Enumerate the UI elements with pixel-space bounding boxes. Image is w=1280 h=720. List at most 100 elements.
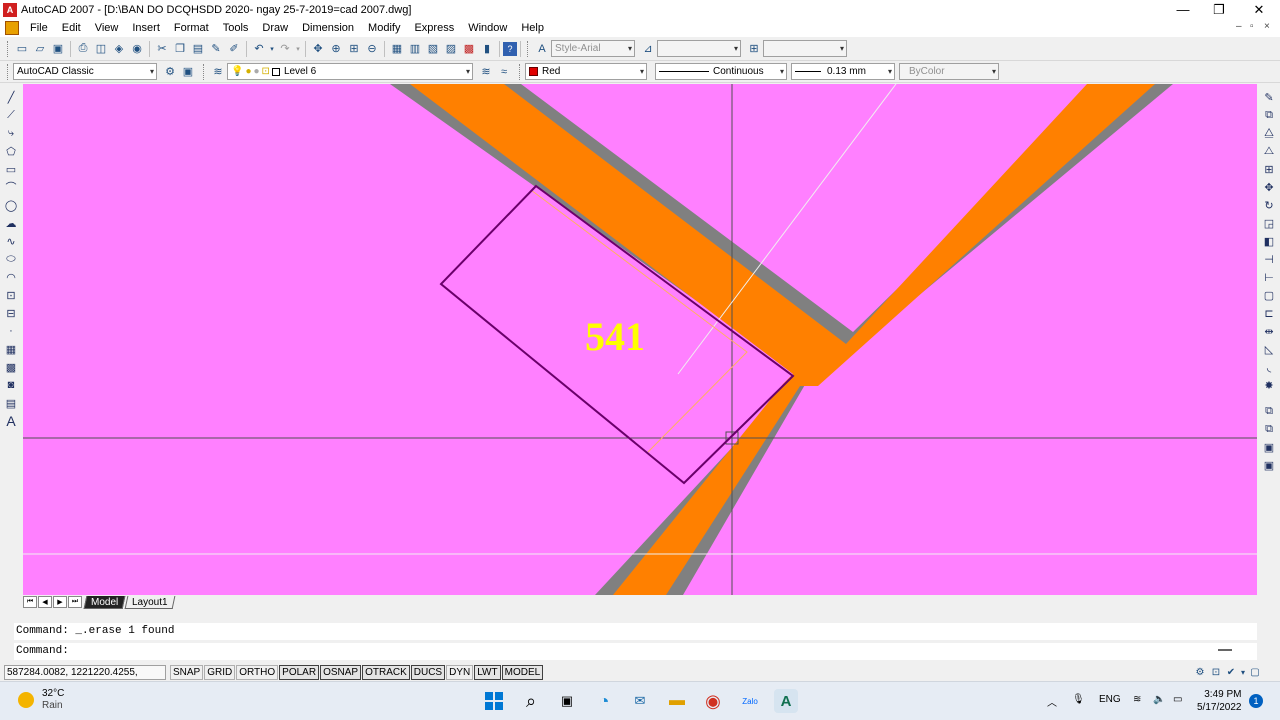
tab-layout1[interactable]: Layout1 <box>124 595 176 609</box>
menu-modify[interactable]: Modify <box>361 22 407 34</box>
doc-close-button[interactable]: × <box>1264 21 1270 32</box>
move-icon[interactable]: ✥ <box>1261 178 1277 196</box>
command-input[interactable]: Command: <box>14 643 1257 660</box>
lineweight-combo[interactable]: 0.13 mm ▾ <box>791 63 895 80</box>
battery-icon[interactable]: ▭ <box>1173 694 1182 705</box>
undo-dropdown-icon[interactable]: ▾ <box>268 40 276 58</box>
table-style-icon[interactable]: ⊞ <box>745 40 763 58</box>
redo-dropdown-icon[interactable]: ▾ <box>294 40 302 58</box>
ellipse-arc-icon[interactable]: ◠ <box>3 268 19 286</box>
gradient-icon[interactable]: ▩ <box>3 358 19 376</box>
search-icon[interactable]: ⌕ <box>519 689 543 713</box>
chrome-icon[interactable]: ◉ <box>701 689 725 713</box>
doc-minimize-button[interactable]: – <box>1236 21 1242 32</box>
clean-screen-icon[interactable]: ▢ <box>1248 665 1262 679</box>
zoom-window-icon[interactable]: ⊞ <box>345 40 363 58</box>
plotstyle-combo[interactable]: ByColor ▾ <box>899 63 999 80</box>
next-tab-icon[interactable]: ▶ <box>53 596 67 608</box>
copy-icon[interactable]: ❐ <box>171 40 189 58</box>
mirror-icon[interactable]: ⧋ <box>1261 124 1277 142</box>
make-block-icon[interactable]: ⊟ <box>3 304 19 322</box>
new-icon[interactable]: ▭ <box>13 40 31 58</box>
linetype-combo[interactable]: Continuous ▾ <box>655 63 787 80</box>
calculator-icon[interactable]: ▮ <box>478 40 496 58</box>
make-current-layer-icon[interactable]: ≋ <box>477 63 495 81</box>
menu-window[interactable]: Window <box>461 22 514 34</box>
hatch-icon[interactable]: ▦ <box>3 340 19 358</box>
text-style-icon[interactable]: A <box>533 40 551 58</box>
explode-icon[interactable]: ✸ <box>1261 376 1277 394</box>
chamfer-icon[interactable]: ◺ <box>1261 340 1277 358</box>
workspace-combo[interactable]: AutoCAD Classic ▾ <box>13 63 157 80</box>
tray-overflow-icon[interactable]: ︿ <box>1047 694 1057 709</box>
draworder-front-icon[interactable]: ⧉ <box>1261 402 1277 420</box>
drawing-doc-icon[interactable] <box>5 21 19 35</box>
command-resize-icon[interactable] <box>1218 649 1232 651</box>
zoom-previous-icon[interactable]: ⊖ <box>363 40 381 58</box>
polar-toggle[interactable]: POLAR <box>279 664 320 680</box>
spline-icon[interactable]: ∿ <box>3 232 19 250</box>
point-icon[interactable]: · <box>3 322 19 340</box>
draworder-under-icon[interactable]: ▣ <box>1261 456 1277 474</box>
pan-icon[interactable]: ✥ <box>309 40 327 58</box>
stretch-icon[interactable]: ◧ <box>1261 232 1277 250</box>
mail-icon[interactable]: ✉ <box>628 689 652 713</box>
model-toggle[interactable]: MODEL <box>501 664 544 680</box>
trim-icon[interactable]: ⊣ <box>1261 250 1277 268</box>
offset-icon[interactable]: ⧍ <box>1261 142 1277 160</box>
lwt-toggle[interactable]: LWT <box>474 664 501 680</box>
status-options-icon[interactable]: ✔ <box>1224 665 1238 679</box>
snap-toggle[interactable]: SNAP <box>170 664 204 680</box>
copy-object-icon[interactable]: ⧉ <box>1261 106 1277 124</box>
help-icon[interactable]: ? <box>503 41 517 56</box>
menu-express[interactable]: Express <box>407 22 461 34</box>
dim-style-combo[interactable]: ▾ <box>657 40 741 57</box>
arc-icon[interactable]: ⌒ <box>3 178 19 196</box>
menu-help[interactable]: Help <box>514 22 551 34</box>
prev-tab-icon[interactable]: ◀ <box>38 596 52 608</box>
open-icon[interactable]: ▱ <box>31 40 49 58</box>
workspace-save-icon[interactable]: ▣ <box>179 63 197 81</box>
insert-block-icon[interactable]: ⊡ <box>3 286 19 304</box>
text-style-combo[interactable]: Style-Arial ▾ <box>551 40 635 57</box>
file-explorer-icon[interactable]: ▬ <box>665 689 689 713</box>
close-button[interactable]: ✕ <box>1236 0 1280 19</box>
toolbar-lock-icon[interactable]: ⊡ <box>1208 665 1224 679</box>
design-center-icon[interactable]: ▥ <box>406 40 424 58</box>
menu-insert[interactable]: Insert <box>125 22 167 34</box>
circle-icon[interactable]: ◯ <box>3 196 19 214</box>
otrack-toggle[interactable]: OTRACK <box>362 664 410 680</box>
dim-style-icon[interactable]: ⊿ <box>639 40 657 58</box>
ellipse-icon[interactable]: ⬭ <box>3 250 19 268</box>
wifi-icon[interactable]: ≋ <box>1133 694 1141 705</box>
layer-properties-icon[interactable]: ≋ <box>209 63 227 81</box>
table-style-combo[interactable]: ▾ <box>763 40 847 57</box>
tab-model[interactable]: Model <box>83 595 126 609</box>
construction-line-icon[interactable]: ⟋ <box>3 106 19 124</box>
edge-icon[interactable]: ◔ <box>592 689 616 713</box>
menu-edit[interactable]: Edit <box>55 22 88 34</box>
last-tab-icon[interactable]: ⏭ <box>68 596 82 608</box>
comm-center-icon[interactable]: ⚙ <box>1192 665 1208 679</box>
osnap-toggle[interactable]: OSNAP <box>320 664 362 680</box>
zoom-realtime-icon[interactable]: ⊕ <box>327 40 345 58</box>
properties-icon[interactable]: ▦ <box>388 40 406 58</box>
join-icon[interactable]: ⇹ <box>1261 322 1277 340</box>
menu-view[interactable]: View <box>88 22 126 34</box>
publish-icon[interactable]: ◈ <box>110 40 128 58</box>
line-icon[interactable]: ╱ <box>3 88 19 106</box>
coordinate-display[interactable]: 587284.0082, 1221220.4255, 0.0000 <box>4 664 166 691</box>
color-combo[interactable]: Red ▾ <box>525 63 647 80</box>
start-icon[interactable] <box>482 689 506 713</box>
menu-format[interactable]: Format <box>167 22 216 34</box>
ducs-toggle[interactable]: DUCS <box>410 664 446 680</box>
grid-toggle[interactable]: GRID <box>204 664 236 680</box>
menu-dimension[interactable]: Dimension <box>295 22 361 34</box>
match-properties-icon[interactable]: ✎ <box>207 40 225 58</box>
scale-icon[interactable]: ◲ <box>1261 214 1277 232</box>
redo-icon[interactable]: ↷ <box>276 40 294 58</box>
menu-tools[interactable]: Tools <box>216 22 256 34</box>
workspace-settings-icon[interactable]: ⚙ <box>161 63 179 81</box>
doc-restore-button[interactable]: ▫ <box>1250 21 1254 32</box>
first-tab-icon[interactable]: ⏮ <box>23 596 37 608</box>
